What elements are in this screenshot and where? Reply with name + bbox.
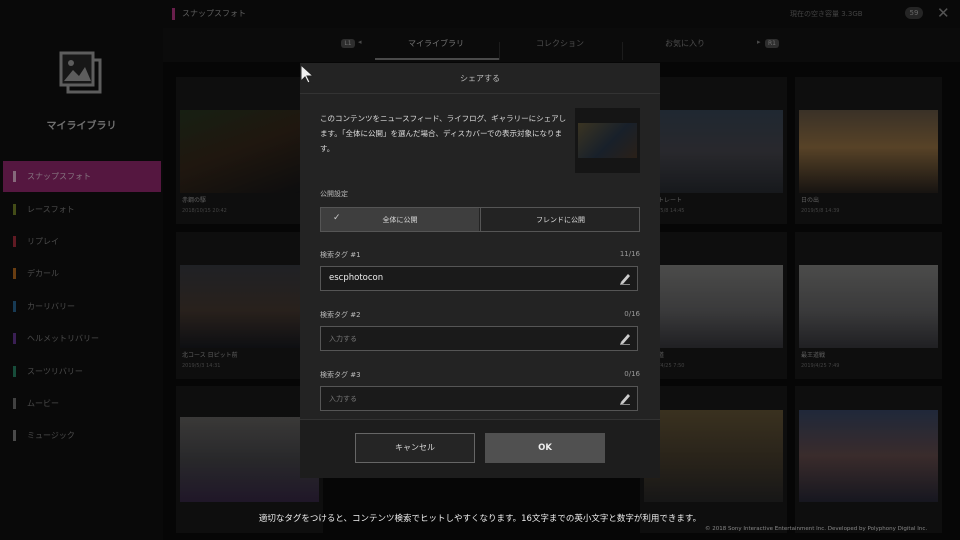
dialog-description: このコンテンツをニュースフィード、ライフログ、ギャラリーにシェアします。「全体に… [320, 114, 567, 153]
divider [300, 93, 660, 94]
visibility-label: 公開設定 [320, 190, 348, 198]
tag-1-input[interactable]: escphotocon [320, 266, 638, 291]
cancel-button[interactable]: キャンセル [355, 433, 475, 463]
tag-2-placeholder: 入力する [329, 335, 357, 343]
share-dialog: シェアする このコンテンツをニュースフィード、ライフログ、ギャラリーにシェアしま… [300, 63, 660, 478]
visibility-public-option[interactable]: ✓ 全体に公開 [321, 208, 479, 231]
option-label: 全体に公開 [382, 216, 418, 224]
tag-1-value: escphotocon [329, 273, 384, 283]
dialog-footer: キャンセル OK [300, 419, 660, 478]
visibility-selector: ✓ 全体に公開 フレンドに公開 [320, 207, 640, 232]
content-preview [575, 108, 640, 173]
tag-3-label: 検索タグ #3 [320, 371, 361, 379]
tag-3-placeholder: 入力する [329, 395, 357, 403]
help-hint: 適切なタグをつけると、コンテンツ検索でヒットしやすくなります。16文字までの英小… [258, 514, 702, 524]
visibility-friends-option[interactable]: フレンドに公開 [480, 208, 640, 231]
pencil-icon [620, 274, 630, 285]
ok-button[interactable]: OK [485, 433, 605, 463]
pencil-icon [620, 394, 630, 405]
pencil-icon [620, 334, 630, 345]
tag-1-count: 11/16 [619, 250, 640, 258]
cursor-icon [300, 64, 315, 84]
tag-2-input[interactable]: 入力する [320, 326, 638, 351]
option-label: フレンドに公開 [536, 216, 585, 224]
tag-3-count: 0/16 [624, 370, 640, 378]
copyright: © 2018 Sony Interactive Entertainment In… [705, 526, 928, 532]
tag-3-input[interactable]: 入力する [320, 386, 638, 411]
preview-image [578, 123, 637, 158]
dialog-title: シェアする [460, 74, 500, 83]
tag-2-count: 0/16 [624, 310, 640, 318]
tag-1-label: 検索タグ #1 [320, 251, 361, 259]
tag-2-label: 検索タグ #2 [320, 311, 361, 319]
